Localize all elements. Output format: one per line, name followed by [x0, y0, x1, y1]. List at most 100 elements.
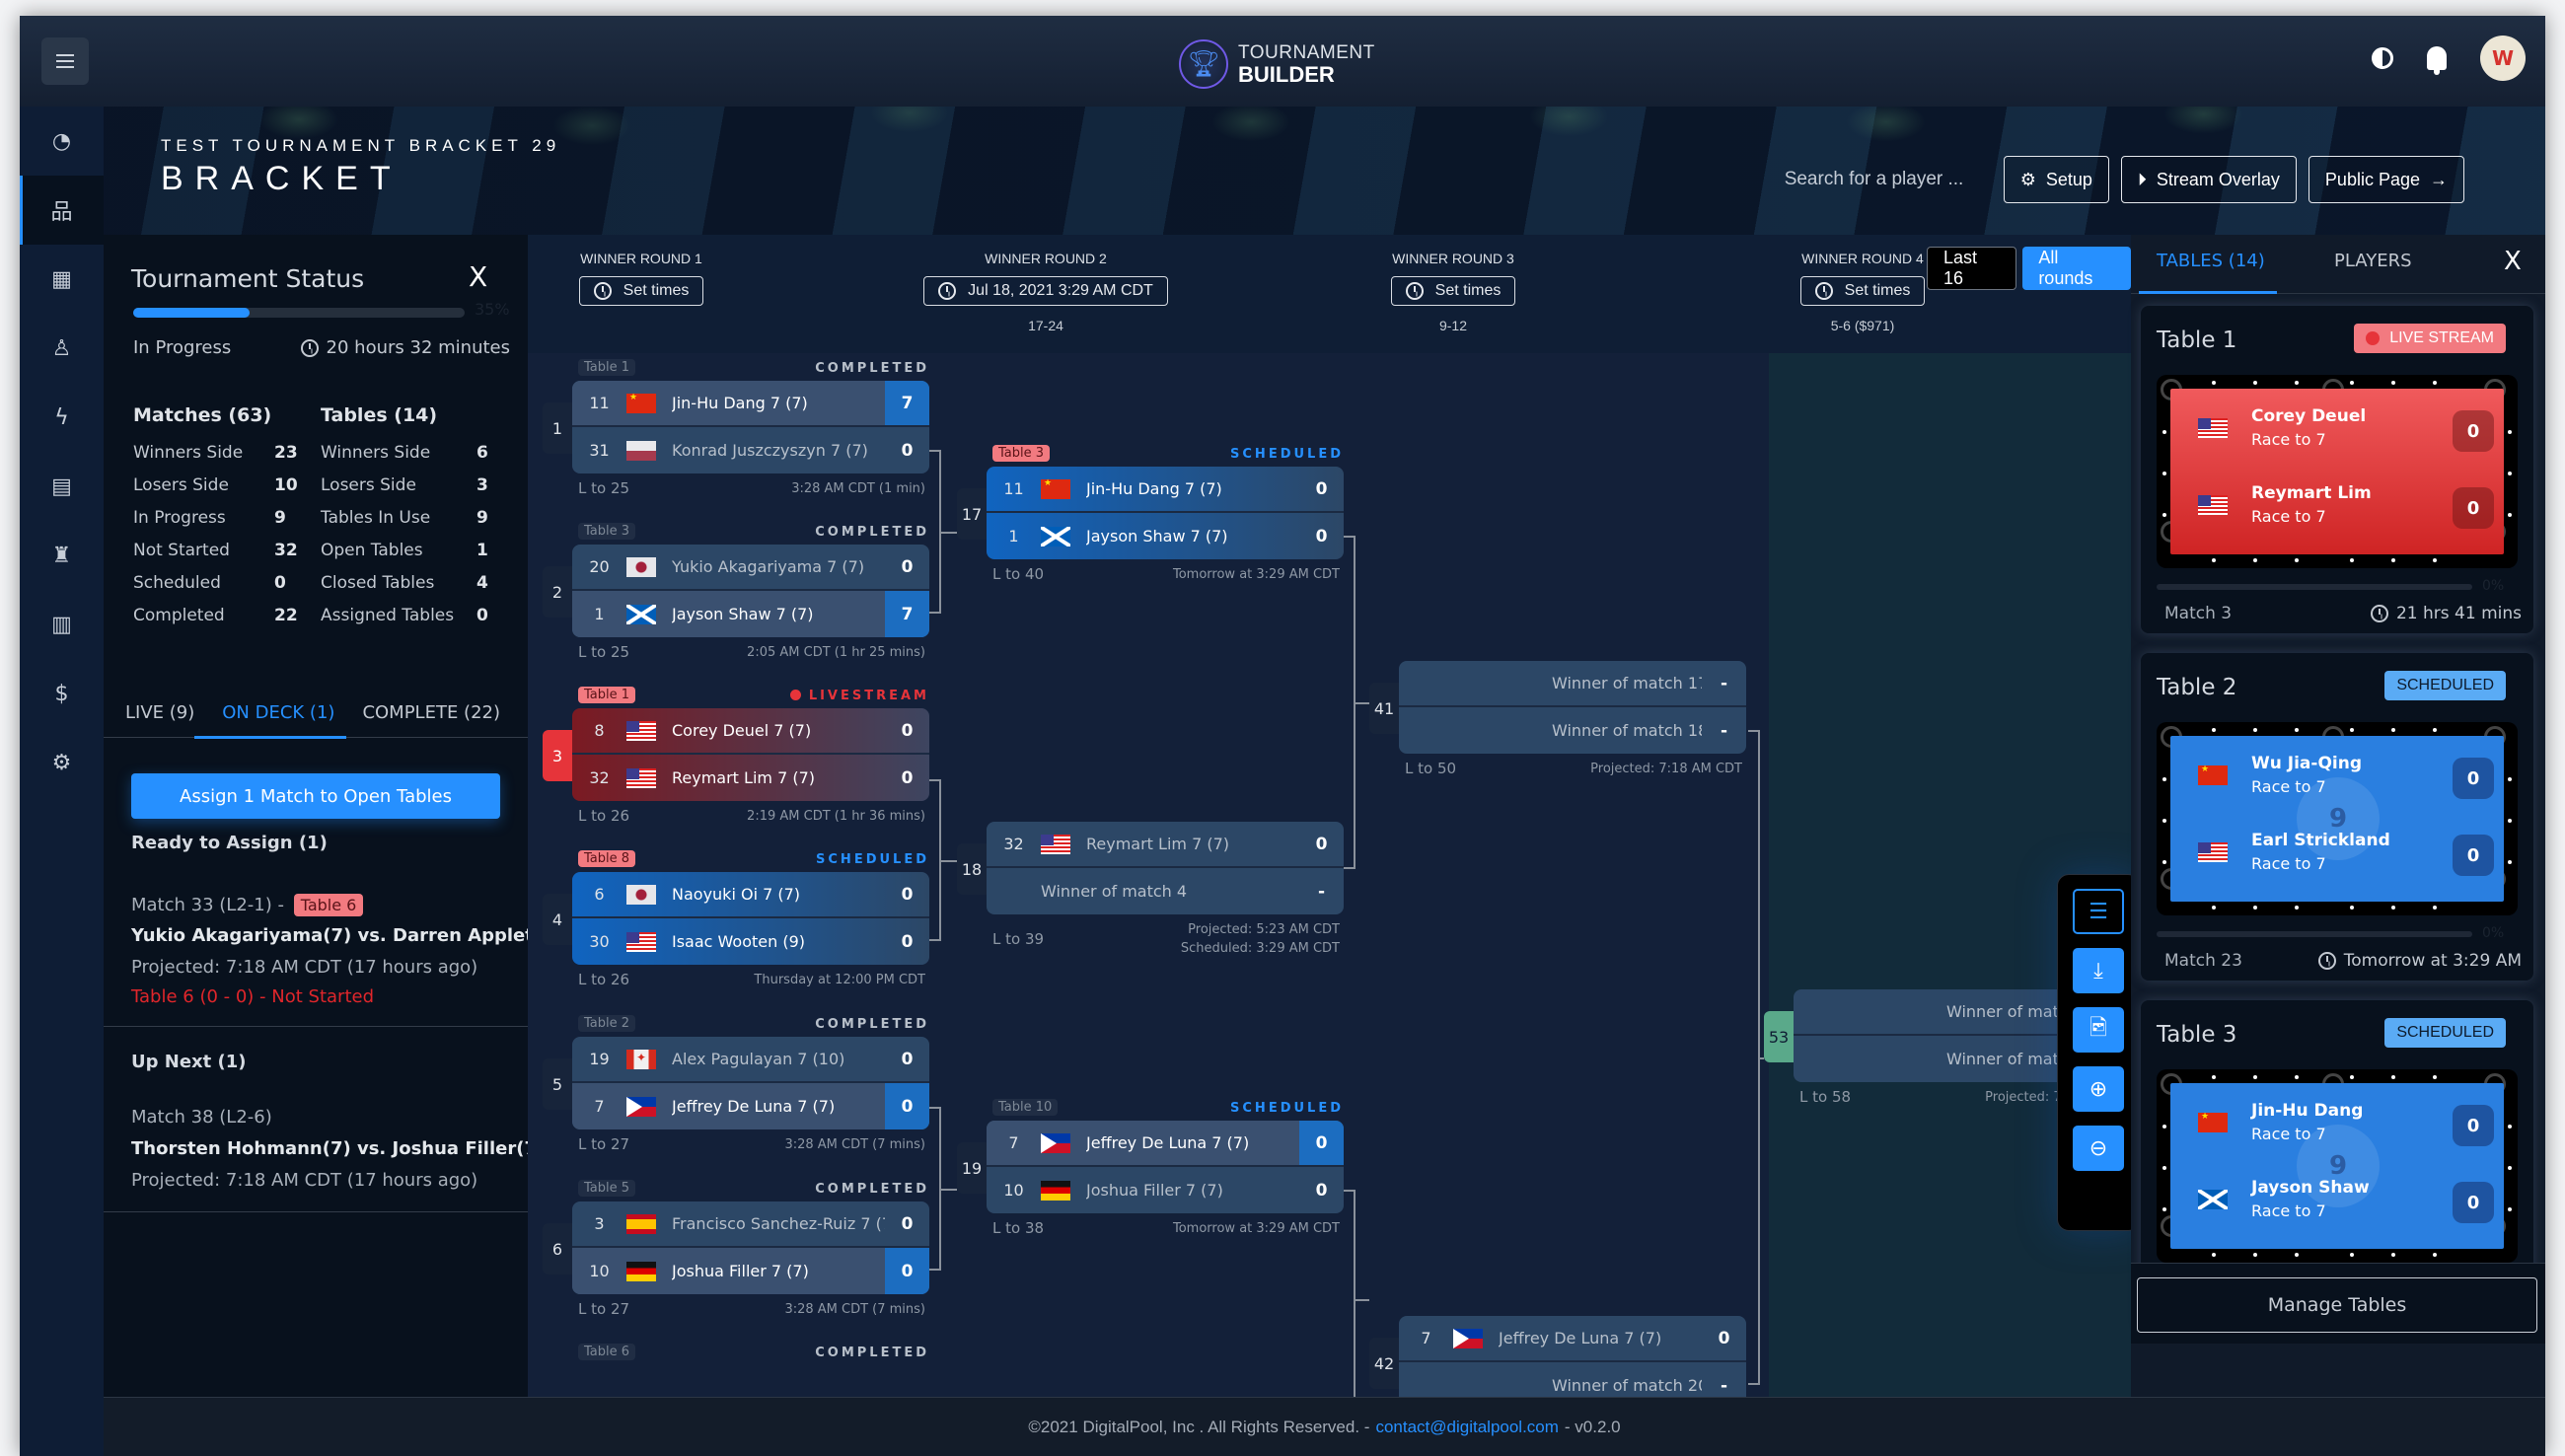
set-round-times-button[interactable]: Set times [1390, 276, 1516, 306]
table-card[interactable]: Table 1 LIVE STREAM Corey Deuel Race to 70R… [2141, 306, 2533, 633]
round-header: WINNER ROUND 3 Set times 9-12 [1315, 251, 1591, 333]
sidebar-item-settings[interactable]: ⚙ [20, 728, 104, 797]
table-card[interactable]: Table 2SCHEDULED9Wu Jia-QingRace to 70Ea… [2141, 653, 2533, 981]
tab-on-deck[interactable]: ON DECK (1) [194, 687, 347, 739]
sidebar-item-grid[interactable]: ▦ [20, 245, 104, 314]
manage-tables-button[interactable]: Manage Tables [2137, 1277, 2537, 1333]
player-row[interactable]: 19 Alex Pagulayan 7 (10) 0 [572, 1037, 929, 1083]
bracket-match[interactable]: Table 1 COMPLETED 11 Jin-Hu Dang 7 (7) 7 31 Ko… [543, 359, 929, 503]
theme-toggle-icon[interactable] [2372, 47, 2393, 69]
player-row[interactable]: 10 Joshua Filler 7 (7) 0 [572, 1248, 929, 1294]
player-row[interactable]: 32 Reymart Lim 7 (7) 0 [987, 822, 1344, 868]
player-score: 0 [901, 767, 914, 788]
close-tables-panel-icon[interactable]: X [2504, 247, 2522, 276]
app-logo[interactable]: 🏆︎ TOURNAMENT BUILDER [1179, 37, 1375, 91]
match-box: 32 Reymart Lim 7 (7) 0 Winner of match 4 - [987, 822, 1344, 914]
sidebar-item-stats[interactable]: ▥ [20, 590, 104, 659]
player-row[interactable]: 1 Jayson Shaw 7 (7) 7 [572, 591, 929, 637]
ready-match-label[interactable]: Match 33 (L2-1) - Table 6 [131, 894, 364, 916]
player-score: 0 [901, 720, 914, 741]
tab-tables[interactable]: TABLES (14) [2157, 251, 2265, 271]
player-search-input[interactable] [1784, 156, 1992, 203]
player-row[interactable]: 7 Jeffrey De Luna 7 (7) 0 [987, 1121, 1344, 1167]
player-row[interactable]: 1 Jayson Shaw 7 (7) 0 [987, 513, 1344, 559]
zoom-in-button[interactable]: ⊕ [2073, 1066, 2124, 1112]
round-match-range: 17-24 [1028, 318, 1063, 333]
tab-complete[interactable]: COMPLETE (22) [334, 687, 500, 738]
player-row[interactable]: Winner of match 17- [1399, 661, 1746, 707]
notifications-bell-icon[interactable] [2427, 46, 2447, 75]
upnext-match-label[interactable]: Match 38 (L2-6) [131, 1107, 272, 1128]
race-to: Race to 7 [2251, 507, 2326, 526]
public-page-button[interactable]: Public Page → [2308, 156, 2464, 203]
menu-toggle-button[interactable]: ☰ [2073, 889, 2124, 934]
bracket-match[interactable]: Table 3 COMPLETED 20 Yukio Akagariyama 7 (7… [543, 523, 929, 667]
bracket-match[interactable]: Table 3 SCHEDULED 11 Jin-Hu Dang 7 (7) 0 1 Jay… [957, 445, 1344, 589]
set-round-times-button[interactable]: Set times [1799, 276, 1926, 306]
contact-email-link[interactable]: contact@digitalpool.com [1375, 1418, 1558, 1437]
tournament-status-panel: Tournament Status X 35% In Progress 20 h… [104, 235, 587, 1397]
matches-stat-row: Scheduled 0 [133, 566, 321, 599]
player-row[interactable]: 20 Yukio Akagariyama 7 (7) 0 [572, 545, 929, 591]
bracket-match[interactable]: Table 5 COMPLETED 3 Francisco Sanchez-Ruiz … [543, 1180, 929, 1324]
player-row[interactable]: 31 Konrad Juszczyszyn 7 (7) 0 [572, 427, 929, 473]
tab-players[interactable]: PLAYERS [2334, 251, 2412, 271]
stat-value: 32 [274, 540, 298, 560]
bracket-match[interactable]: Table 10 SCHEDULED 7 Jeffrey De Luna 7 (7) 0… [957, 1099, 1344, 1243]
table-progress-bar [2157, 584, 2472, 590]
match-time: 3:28 AM CDT (1 min) [791, 480, 925, 496]
round-match-range: 5-6 ($971) [1830, 318, 1895, 333]
player-row[interactable]: 3 Francisco Sanchez-Ruiz 7 (7) 0 [572, 1201, 929, 1248]
player-row[interactable]: Winner of match 20- [1399, 1362, 1746, 1397]
set-round-times-button[interactable]: Jul 18, 2021 3:29 AM CDT [923, 276, 1168, 306]
upnext-match-players: Thorsten Hohmann(7) vs. Joshua Filler(7) [131, 1138, 546, 1159]
player-name: Corey Deuel 7 (7) [672, 721, 812, 740]
sidebar-item-results[interactable]: ♜ [20, 521, 104, 590]
player-row[interactable]: 32 Reymart Lim 7 (7) 0 [572, 755, 929, 801]
bracket-match[interactable]: 7 Jeffrey De Luna 7 (7) 0 Winner of match 2… [1369, 1294, 1746, 1397]
player-row[interactable]: 7 Jeffrey De Luna 7 (7) 0 [572, 1083, 929, 1129]
sidebar-item-schedule[interactable]: ▤ [20, 452, 104, 521]
sidebar-item-dashboard[interactable]: ◔ [20, 107, 104, 176]
bracket-match[interactable]: Table 2 COMPLETED 19 Alex Pagulayan 7 (10) 0… [543, 1015, 929, 1159]
bracket-match[interactable]: Table 8 SCHEDULED 6 Naoyuki Oi 7 (7) 0 30 Isaa… [543, 850, 929, 994]
player-row[interactable]: 11 Jin-Hu Dang 7 (7) 0 [987, 467, 1344, 513]
player-row[interactable]: Winner of match 18- [1399, 707, 1746, 754]
setup-button[interactable]: ⚙ Setup [2003, 156, 2109, 203]
player-score: 0 [885, 1248, 929, 1294]
user-avatar[interactable]: W [2480, 36, 2526, 81]
sidebar-item-bracket[interactable]: 品 [20, 176, 104, 245]
player-row[interactable]: 8 Corey Deuel 7 (7) 0 [572, 708, 929, 755]
flag-us-icon [626, 931, 656, 952]
hamburger-menu-button[interactable] [41, 37, 89, 85]
assign-match-button[interactable]: Assign 1 Match to Open Tables [131, 773, 500, 819]
download-button[interactable]: ⤓ [2073, 948, 2124, 993]
player-name: Jeffrey De Luna 7 (7) [1086, 1133, 1250, 1152]
player-row[interactable]: 10 Joshua Filler 7 (7) 0 [987, 1167, 1344, 1213]
player-row[interactable]: 7 Jeffrey De Luna 7 (7) 0 [1399, 1316, 1746, 1362]
bracket-match[interactable]: Table 6 COMPLETED [572, 1344, 929, 1365]
tab-live[interactable]: LIVE (9) [104, 687, 194, 738]
stream-overlay-button[interactable]: ⏵ Stream Overlay [2120, 156, 2297, 203]
bracket-match[interactable]: Table 1 LIVESTREAM 8 Corey Deuel 7 (7) 0 32 Re… [543, 687, 929, 831]
player-row[interactable]: 6 Naoyuki Oi 7 (7) 0 [572, 872, 929, 918]
sidebar-item-players[interactable]: ♙ [20, 314, 104, 383]
last-16-filter-button[interactable]: Last 16 [1927, 247, 2017, 290]
player-row[interactable]: 30 Isaac Wooten (9) 0 [572, 918, 929, 965]
close-status-icon[interactable]: X [469, 260, 487, 293]
player-row[interactable]: 11 Jin-Hu Dang 7 (7) 7 [572, 381, 929, 427]
bracket-canvas[interactable]: WINNER ROUND 1 Set times WINNER ROUND 2 Jul… [528, 235, 2131, 1397]
bracket-match[interactable]: 32 Reymart Lim 7 (7) 0 Winner of match 4 - 18… [957, 800, 1344, 964]
sidebar-item-payouts[interactable]: $ [20, 659, 104, 728]
player-row[interactable]: Winner of match 4 - [987, 868, 1344, 914]
all-rounds-filter-button[interactable]: All rounds [2022, 247, 2131, 290]
version: - v0.2.0 [1564, 1417, 1621, 1436]
bracket-match[interactable]: Winner of match 17- Winner of match 18-41… [1369, 639, 1746, 783]
table-player: Reymart Lim Race to 7 0 [2198, 483, 2494, 529]
zoom-out-button[interactable]: ⊖ [2073, 1126, 2124, 1171]
set-round-times-button[interactable]: Set times [578, 276, 704, 306]
sidebar-item-quick[interactable]: ϟ [20, 383, 104, 452]
export-image-button[interactable]: 🖻 [2073, 1007, 2124, 1053]
table-progress-bar [2157, 931, 2472, 937]
match-status: COMPLETED [815, 525, 929, 540]
